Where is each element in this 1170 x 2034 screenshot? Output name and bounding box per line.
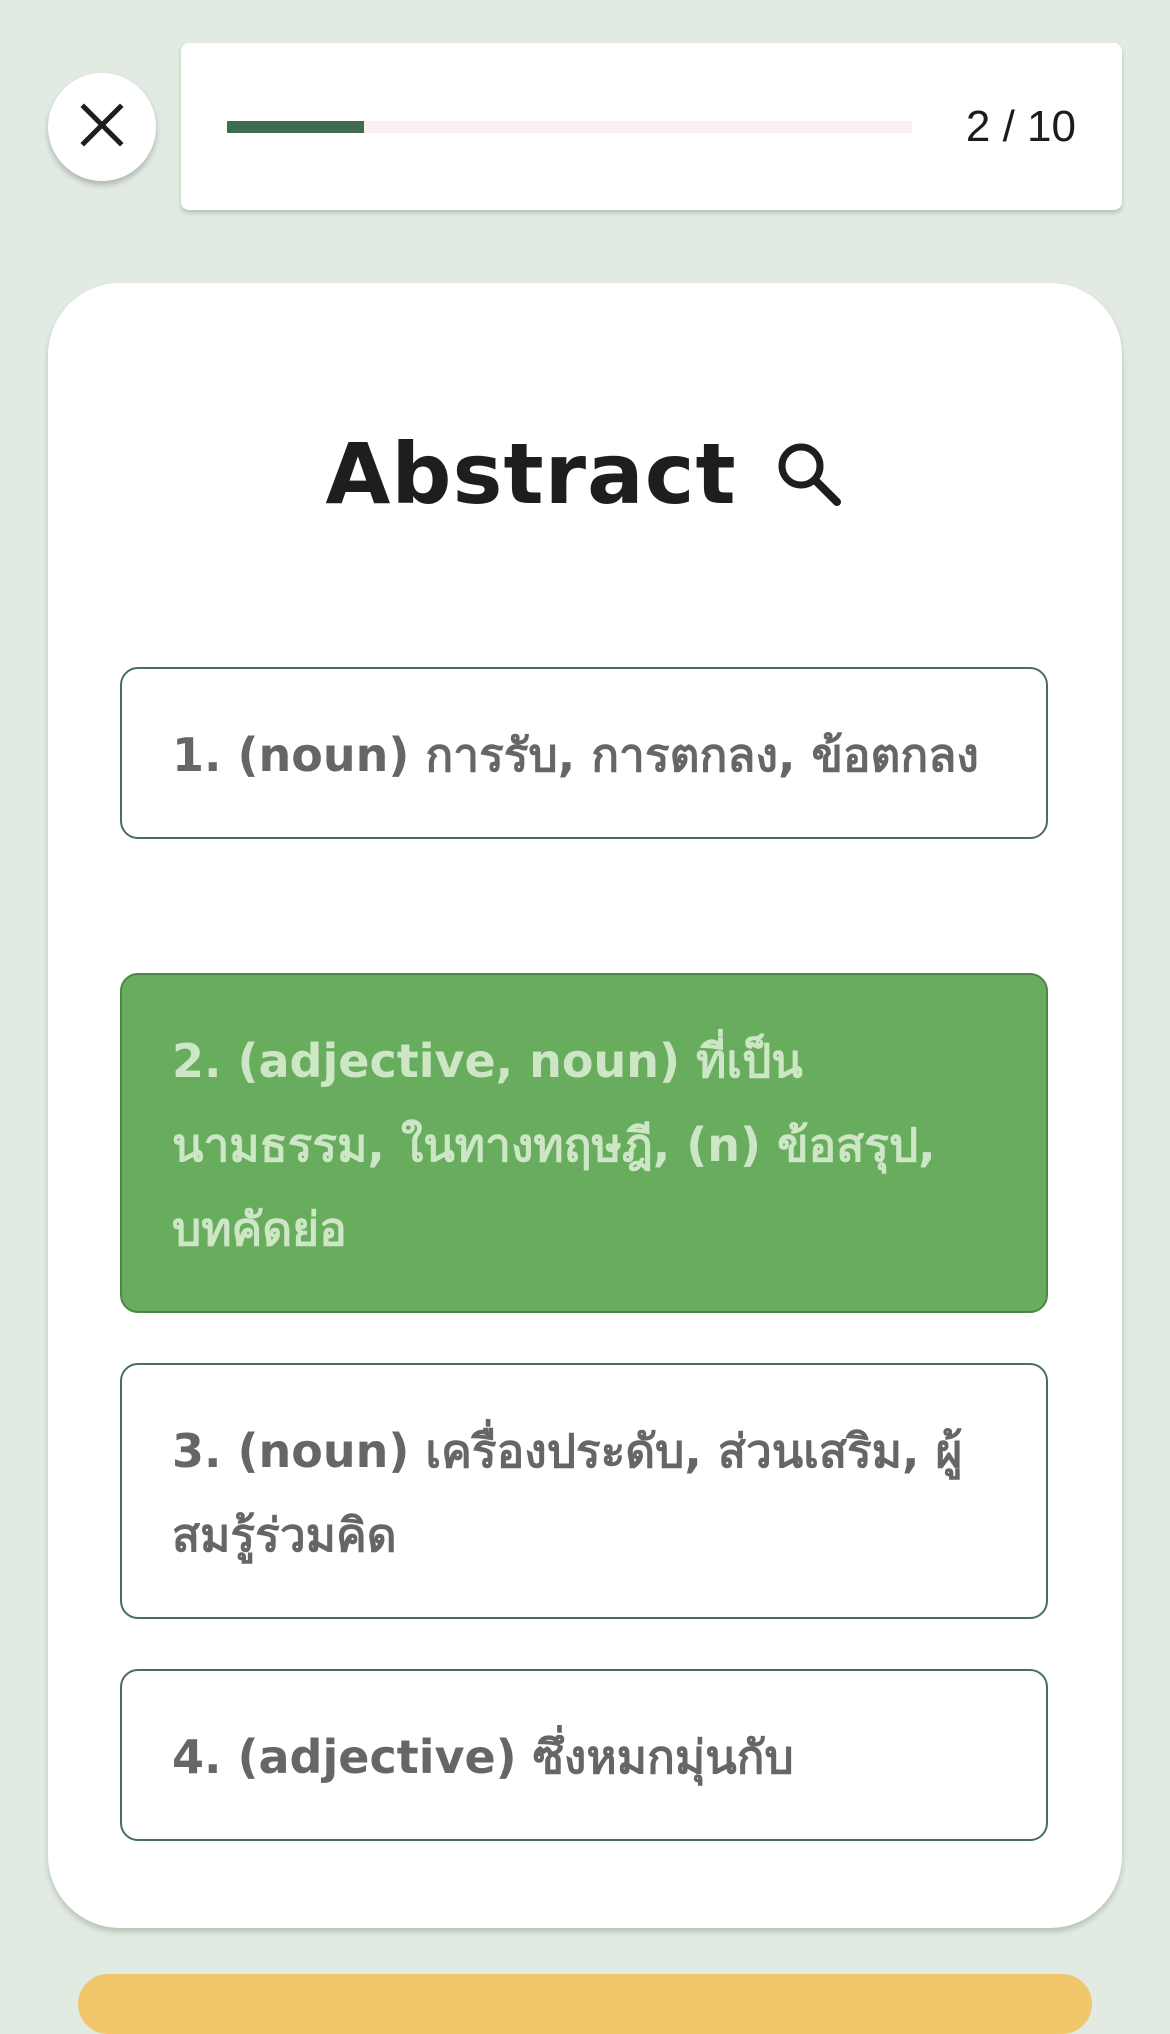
- answer-option-2[interactable]: 2. (adjective, noun) ที่เป็นนามธรรม, ในท…: [120, 973, 1048, 1313]
- progress-bar: [227, 121, 912, 133]
- vocab-word: Abstract: [325, 425, 737, 523]
- close-icon: [78, 101, 126, 153]
- word-header: Abstract: [48, 425, 1122, 523]
- progress-card: 2 / 10: [181, 43, 1122, 210]
- answer-option-4[interactable]: 4. (adjective) ซึ่งหมกมุ่นกับ: [120, 1669, 1048, 1841]
- continue-button[interactable]: [78, 1974, 1092, 2034]
- progress-bar-fill: [227, 121, 364, 133]
- answer-option-1[interactable]: 1. (noun) การรับ, การตกลง, ข้อตกลง: [120, 667, 1048, 839]
- progress-count: 2 / 10: [965, 102, 1076, 151]
- search-icon[interactable]: [773, 438, 845, 510]
- answer-option-3[interactable]: 3. (noun) เครื่องประดับ, ส่วนเสริม, ผู้ส…: [120, 1363, 1048, 1619]
- close-button[interactable]: [48, 73, 156, 181]
- question-card: Abstract 1. (noun) การรับ, การตกลง, ข้อต…: [48, 283, 1122, 1928]
